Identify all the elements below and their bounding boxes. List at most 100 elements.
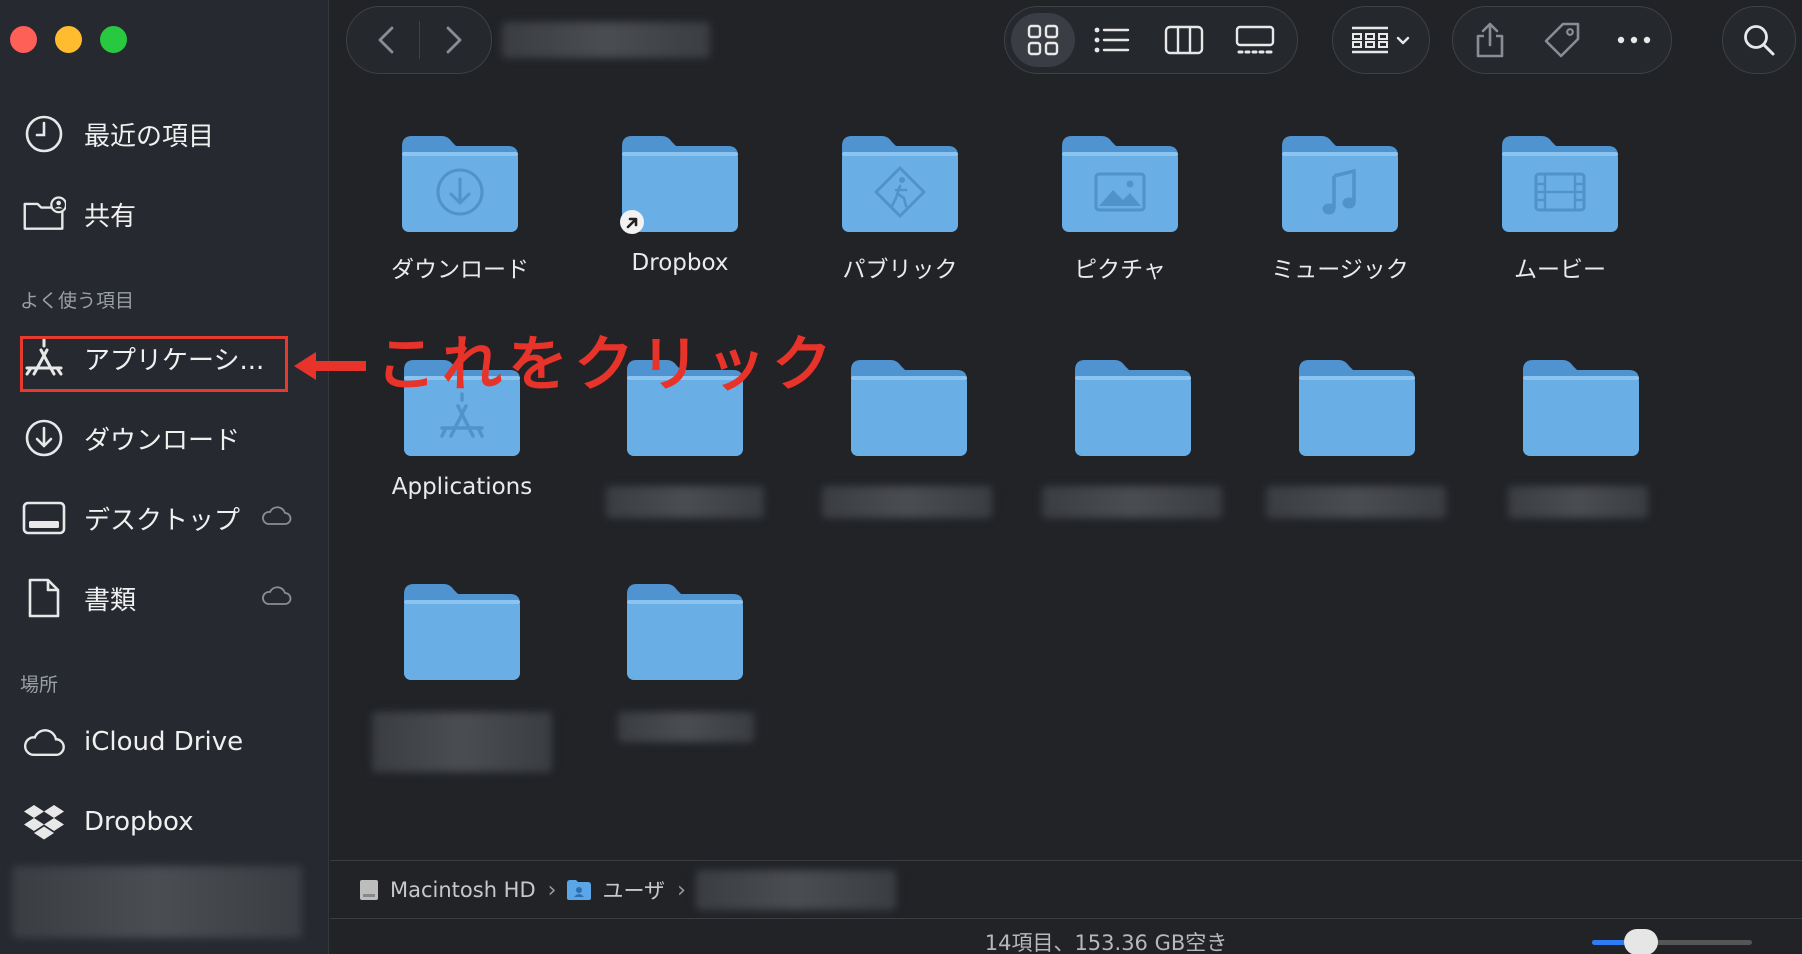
folder-icon bbox=[1075, 360, 1191, 456]
close-button[interactable] bbox=[10, 26, 37, 53]
group-icon bbox=[1347, 21, 1417, 59]
nav-buttons bbox=[346, 6, 492, 74]
folder-downloads[interactable]: ダウンロード bbox=[360, 132, 560, 284]
icloud-status-icon bbox=[260, 584, 292, 610]
back-button[interactable] bbox=[367, 21, 405, 59]
sidebar-item-dropbox[interactable]: Dropbox bbox=[22, 798, 302, 846]
folder-pictures[interactable]: ピクチャ bbox=[1020, 132, 1220, 284]
status-text: 14項目、153.36 GB空き bbox=[984, 931, 1228, 954]
document-icon bbox=[22, 576, 66, 620]
redacted-label bbox=[1266, 486, 1446, 518]
sidebar-item-label: iCloud Drive bbox=[84, 727, 244, 757]
folder-name: Applications bbox=[391, 474, 533, 500]
locations-header: 場所 bbox=[20, 674, 59, 696]
sidebar-item-label: 書類 bbox=[84, 585, 137, 616]
desktop-icon bbox=[22, 496, 66, 540]
download-icon bbox=[22, 416, 66, 460]
divider bbox=[419, 21, 420, 59]
folder-redacted[interactable] bbox=[1481, 356, 1681, 458]
slider-knob[interactable] bbox=[1624, 929, 1658, 954]
redacted-label bbox=[618, 712, 754, 742]
hard-disk-icon bbox=[360, 880, 378, 900]
folder-name: ミュージック bbox=[1271, 257, 1409, 283]
sidebar-item-label: デスクトップ bbox=[84, 505, 241, 536]
folder-name: Dropbox bbox=[631, 250, 729, 276]
path-segment-disk[interactable]: Macintosh HD bbox=[358, 878, 536, 902]
folder-icon bbox=[404, 584, 520, 680]
gallery-view-button[interactable] bbox=[1225, 21, 1285, 59]
tag-button[interactable] bbox=[1537, 17, 1587, 63]
folder-music[interactable]: ミュージック bbox=[1240, 132, 1440, 284]
window-controls bbox=[10, 26, 127, 53]
annotation-arrow bbox=[294, 352, 366, 380]
more-button[interactable] bbox=[1609, 17, 1659, 63]
folder-name: ダウンロード bbox=[391, 257, 529, 283]
path-label: Macintosh HD bbox=[390, 878, 536, 902]
sidebar-item-recents[interactable]: 最近の項目 bbox=[22, 110, 302, 158]
share-button[interactable] bbox=[1465, 17, 1515, 63]
folder-public[interactable]: パブリック bbox=[800, 132, 1000, 284]
icloud-icon bbox=[22, 720, 66, 764]
minimize-button[interactable] bbox=[55, 26, 82, 53]
folder-redacted[interactable] bbox=[1257, 356, 1457, 458]
folder-dropbox[interactable]: Dropbox bbox=[580, 132, 780, 276]
folder-name: ピクチャ bbox=[1074, 257, 1166, 283]
folder-redacted[interactable] bbox=[362, 580, 562, 682]
folder-icon bbox=[1523, 360, 1639, 456]
icon-view-button[interactable] bbox=[1011, 13, 1075, 67]
folder-icon bbox=[851, 360, 967, 456]
sidebar: 最近の項目 共有 よく使う項目 アプリケーシ... ダウンロード デスクトップ … bbox=[0, 0, 329, 954]
folder-icon bbox=[1299, 360, 1415, 456]
music-folder-icon bbox=[1282, 136, 1398, 232]
clock-icon bbox=[22, 112, 66, 156]
folder-icon bbox=[627, 584, 743, 680]
dropbox-folder-icon bbox=[620, 136, 738, 234]
path-label: ユーザ bbox=[602, 879, 666, 903]
folder-redacted[interactable] bbox=[809, 356, 1009, 458]
redacted-label bbox=[606, 486, 764, 518]
folder-redacted[interactable] bbox=[585, 580, 785, 682]
redacted-label bbox=[1508, 486, 1648, 518]
redacted-label bbox=[1042, 486, 1222, 518]
group-by-menu[interactable] bbox=[1332, 6, 1430, 74]
sidebar-item-downloads[interactable]: ダウンロード bbox=[22, 414, 302, 462]
movie-folder-icon bbox=[1502, 136, 1618, 232]
redacted-title bbox=[502, 22, 710, 58]
search-icon bbox=[1739, 21, 1779, 59]
sidebar-item-desktop[interactable]: デスクトップ bbox=[22, 494, 302, 542]
shared-folder-icon bbox=[22, 192, 66, 236]
annotation-text: これをクリック bbox=[376, 330, 838, 400]
redacted-area bbox=[12, 866, 302, 938]
path-bar: Macintosh HD › ユーザ › bbox=[330, 860, 1802, 919]
action-group bbox=[1452, 6, 1672, 74]
folder-name: パブリック bbox=[842, 257, 958, 283]
list-view-button[interactable] bbox=[1083, 21, 1141, 59]
icon-size-slider[interactable] bbox=[1592, 929, 1752, 954]
folder-redacted[interactable] bbox=[1033, 356, 1233, 458]
sidebar-item-shared[interactable]: 共有 bbox=[22, 190, 302, 238]
sidebar-item-label: 最近の項目 bbox=[84, 121, 215, 152]
sidebar-item-label: ダウンロード bbox=[84, 425, 241, 456]
sidebar-item-label: Dropbox bbox=[84, 807, 194, 837]
highlight-box bbox=[20, 336, 288, 392]
search-button[interactable] bbox=[1722, 6, 1796, 74]
folder-movies[interactable]: ムービー bbox=[1460, 132, 1660, 284]
users-folder-icon bbox=[567, 880, 592, 900]
chevron-right-icon: › bbox=[547, 877, 557, 903]
dropbox-icon bbox=[22, 800, 66, 844]
sidebar-item-documents[interactable]: 書類 bbox=[22, 574, 302, 622]
redacted-path bbox=[695, 870, 896, 910]
sidebar-item-icloud-drive[interactable]: iCloud Drive bbox=[22, 718, 302, 766]
zoom-button[interactable] bbox=[100, 26, 127, 53]
redacted-label bbox=[372, 712, 552, 772]
chevron-right-icon: › bbox=[677, 877, 686, 903]
forward-button[interactable] bbox=[435, 21, 473, 59]
icloud-status-icon bbox=[260, 504, 292, 530]
folder-name: ムービー bbox=[1514, 257, 1606, 283]
view-mode-group bbox=[1004, 6, 1298, 74]
public-folder-icon bbox=[842, 136, 958, 232]
download-folder-icon bbox=[402, 136, 518, 232]
toolbar bbox=[330, 0, 1802, 84]
path-segment-users[interactable]: ユーザ bbox=[566, 875, 665, 905]
column-view-button[interactable] bbox=[1155, 21, 1213, 59]
